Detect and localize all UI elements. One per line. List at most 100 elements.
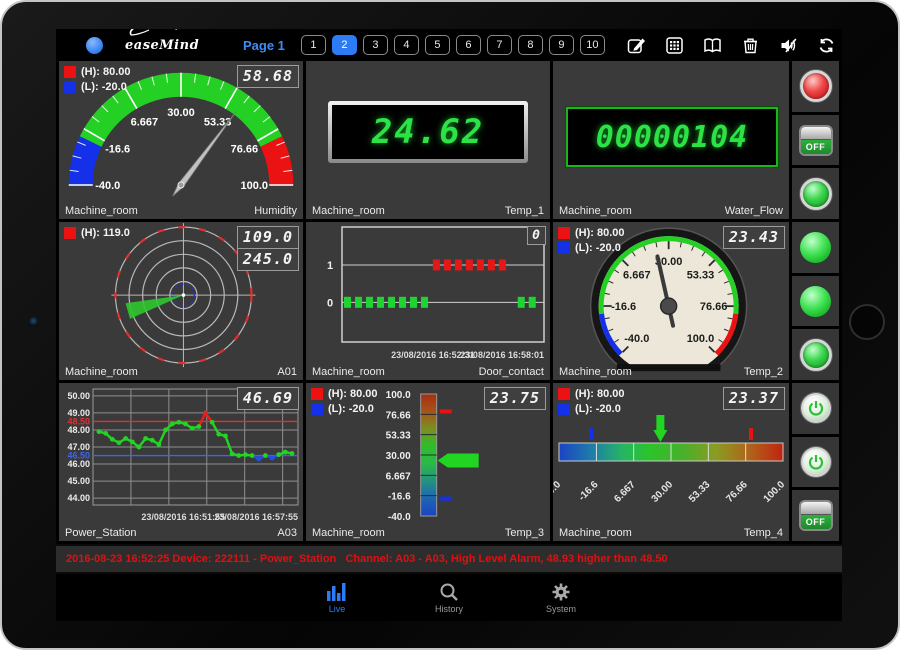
legend-row: (H): 80.00: [558, 227, 625, 239]
widget-a03-trend-chart[interactable]: 50.0049.0048.5048.0047.0046.5046.0045.00…: [59, 383, 303, 541]
svg-text:6.667: 6.667: [386, 471, 411, 482]
power-button-2[interactable]: [801, 447, 831, 477]
home-button[interactable]: [849, 304, 885, 340]
legend-swatch: [64, 81, 76, 93]
svg-text:100.0: 100.0: [762, 479, 788, 505]
threshold-legend: (H): 80.00(L): -20.0: [64, 66, 131, 96]
toggle-switch-1[interactable]: OFF: [801, 127, 831, 154]
page-button-4[interactable]: 4: [394, 35, 419, 55]
toggle-switch-2[interactable]: OFF: [801, 502, 831, 529]
tab-history[interactable]: History: [419, 582, 479, 614]
book-icon[interactable]: [703, 36, 722, 55]
value-readout: 23.37: [723, 387, 785, 410]
channel-name: A01: [277, 366, 297, 378]
channel-name: A03: [277, 527, 297, 539]
svg-text:-16.6: -16.6: [388, 492, 411, 503]
page-button-5[interactable]: 5: [425, 35, 450, 55]
page-label: Page 1: [243, 38, 285, 53]
svg-text:46.00: 46.00: [67, 459, 90, 469]
svg-text:-40.0: -40.0: [388, 512, 411, 523]
channel-name: Water_Flow: [725, 205, 783, 217]
widget-temp1-display[interactable]: 24.62Machine_roomTemp_1: [306, 61, 550, 219]
power-button-1[interactable]: [801, 393, 831, 423]
widget-humidity-gauge[interactable]: -40.0-16.66.66730.0053.3376.66100.0(H): …: [59, 61, 303, 219]
legend-label: (H): 119.0: [81, 227, 130, 239]
svg-text:48.00: 48.00: [67, 425, 90, 435]
svg-text:23/08/2016 16:57:55: 23/08/2016 16:57:55: [214, 512, 298, 522]
tab-live-label: Live: [329, 604, 346, 614]
strip-cell: [792, 168, 839, 219]
toolbar: easeMind Page 1 123456789 10: [56, 29, 842, 61]
svg-text:100.0: 100.0: [687, 333, 715, 345]
svg-text:6.667: 6.667: [612, 479, 638, 505]
page-button-3[interactable]: 3: [363, 35, 388, 55]
trash-icon[interactable]: [741, 36, 760, 55]
green-lamp-1[interactable]: [800, 232, 831, 263]
ipad-device: easeMind Page 1 123456789 10 -40.0 -16.6 6.…: [0, 0, 900, 650]
svg-text:-40.0: -40.0: [553, 479, 563, 503]
legend-label: (H): 80.00: [575, 227, 625, 239]
lcd-value: 24.62: [372, 112, 484, 152]
green-indicator-button-1[interactable]: [800, 178, 832, 210]
svg-text:76.66: 76.66: [700, 301, 728, 313]
logo-text: easeMind: [125, 38, 199, 53]
svg-text:23/08/2016 16:51:55: 23/08/2016 16:51:55: [141, 512, 225, 522]
strip-cell: [792, 329, 839, 380]
svg-text:30.00: 30.00: [386, 451, 411, 462]
logo-swoosh-icon: [125, 29, 217, 39]
tab-live[interactable]: Live: [307, 582, 367, 614]
legend-row: (L): -20.0: [311, 403, 378, 415]
counter-value: 00000104: [596, 120, 749, 155]
tab-system-label: System: [546, 604, 576, 614]
page-button-10[interactable]: 10: [580, 35, 605, 55]
edit-icon[interactable]: [627, 36, 646, 55]
grid-icon[interactable]: [665, 36, 684, 55]
page-button-2[interactable]: 2: [332, 35, 357, 55]
value-readout: 23.43: [723, 226, 785, 249]
page-button-6[interactable]: 6: [456, 35, 481, 55]
widget-doorcontact-chart[interactable]: 1023/08/2016 16:52:3123/08/2016 16:58:01…: [306, 222, 550, 380]
red-indicator-button[interactable]: [800, 70, 832, 102]
widget-waterflow-counter[interactable]: 00000104Machine_roomWater_Flow: [553, 61, 789, 219]
svg-text:-16.6: -16.6: [577, 479, 601, 503]
strip-cell: [792, 222, 839, 273]
svg-text:50.00: 50.00: [67, 391, 90, 401]
page-button-8[interactable]: 8: [518, 35, 543, 55]
svg-text:6.667: 6.667: [623, 269, 651, 281]
green-indicator-button-2[interactable]: [800, 339, 832, 371]
legend-label: (L): -20.0: [575, 403, 621, 415]
tab-system[interactable]: System: [531, 582, 591, 614]
legend-swatch: [311, 403, 323, 415]
widget-temp3-bar-gauge[interactable]: 100.076.6653.3330.006.667-16.6-40.0(H): …: [306, 383, 550, 541]
device-name: Machine_room: [65, 366, 138, 378]
green-counter-display: 00000104: [566, 107, 778, 167]
widget-temp4-bar-gauge[interactable]: -40.0-16.66.66730.0053.3376.66100.0(H): …: [553, 383, 789, 541]
channel-name: Temp_3: [505, 527, 544, 539]
legend-swatch: [558, 388, 570, 400]
refresh-icon[interactable]: [817, 36, 836, 55]
mute-icon[interactable]: [779, 36, 798, 55]
legend-label: (L): -20.0: [328, 403, 374, 415]
device-name: Machine_room: [312, 366, 385, 378]
svg-text:30.00: 30.00: [650, 479, 676, 505]
page-button-1[interactable]: 1: [301, 35, 326, 55]
svg-text:53.33: 53.33: [687, 479, 713, 505]
legend-row: (L): -20.0: [558, 242, 625, 254]
side-button-strip: OFF OFF: [792, 61, 839, 541]
alarm-bar[interactable]: 2016-08-23 16:52:25 Device: 222111 - Pow…: [56, 544, 842, 574]
legend-row: (L): -20.0: [558, 403, 625, 415]
page-button-9[interactable]: 9: [549, 35, 574, 55]
strip-cell: [792, 383, 839, 434]
threshold-legend: (H): 119.0: [64, 227, 130, 242]
green-lamp-2[interactable]: [800, 286, 831, 317]
page-button-7[interactable]: 7: [487, 35, 512, 55]
strip-cell: OFF: [792, 490, 839, 541]
channel-name: Door_contact: [479, 366, 544, 378]
svg-text:53.33: 53.33: [687, 269, 715, 281]
widget-temp2-gauge[interactable]: -40.0-16.66.66730.0053.3376.66100.0(H): …: [553, 222, 789, 380]
svg-text:6.667: 6.667: [131, 117, 159, 129]
widget-a01-radar[interactable]: (H): 119.0109.0245.0Machine_roomA01: [59, 222, 303, 380]
app-logo: easeMind: [125, 36, 217, 54]
widget-grid: -40.0 -16.6 6.667 30.00 53.33 76.66 100.0 (H): …: [56, 61, 842, 544]
value-readout: 46.69: [237, 387, 299, 410]
